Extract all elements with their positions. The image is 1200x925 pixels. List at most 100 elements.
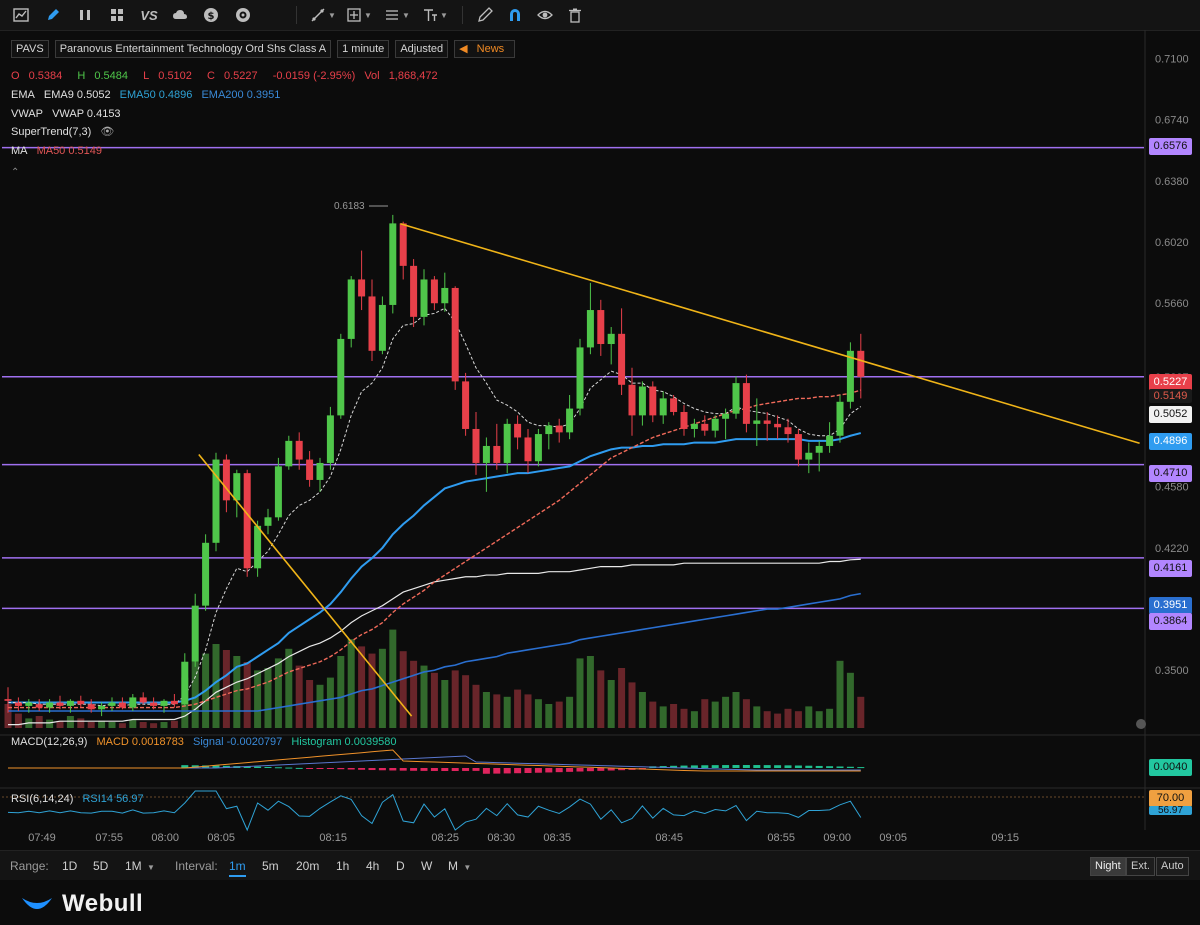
trendline-icon[interactable]: ▼ [310, 5, 336, 25]
range-5d[interactable]: 5D [93, 859, 108, 873]
macd-value: MACD 0.0018783 [96, 736, 184, 748]
cloud-icon[interactable] [171, 5, 189, 25]
volume-bar [254, 670, 262, 728]
low-label: L [143, 70, 150, 82]
macd-histogram-bar [316, 768, 324, 769]
y-tick-label: 0.3500 [1155, 665, 1189, 677]
macd-histogram-bar [493, 768, 501, 774]
candle-body [545, 425, 553, 435]
macd-histogram-bar [326, 768, 334, 769]
volume-bar [285, 648, 293, 728]
volume-bar [410, 660, 418, 728]
candle-body [472, 428, 480, 463]
chart-area[interactable]: 0.7100 0.6740 0.6380 0.6020 0.5660 0.5227 0.45… [0, 30, 1200, 850]
magnet-icon[interactable] [506, 5, 524, 25]
volume-bar [493, 694, 501, 728]
volume-bar [722, 696, 730, 728]
eye-icon[interactable] [536, 5, 554, 25]
toolbar-separator [462, 6, 463, 24]
vwap-row[interactable]: VWAP VWAP 0.4153 [11, 107, 127, 121]
macd-histogram-bar [826, 766, 834, 768]
interval-1m[interactable]: 1m [229, 859, 246, 877]
volume-bar [555, 701, 563, 728]
macd-histogram-bar [430, 768, 438, 771]
megaphone-icon: ◀ [459, 43, 468, 55]
interval-20m[interactable]: 20m [296, 859, 319, 873]
bars-icon[interactable] [76, 5, 94, 25]
volume-bar [451, 670, 459, 728]
x-tick-label: 09:15 [991, 832, 1019, 844]
trash-icon[interactable] [566, 5, 584, 25]
candle-body [628, 384, 636, 416]
collapse-chevron-icon[interactable]: ⌃ [11, 166, 19, 180]
interval-4h[interactable]: 4h [366, 859, 379, 873]
target-icon[interactable] [234, 5, 252, 25]
macd-histogram-bar [742, 765, 750, 768]
grid-icon[interactable] [108, 5, 126, 25]
ma-row[interactable]: MA MA50 0.5149 [11, 144, 108, 158]
macd-info-row[interactable]: MACD(12,26,9) MACD 0.0018783 Signal -0.0… [11, 735, 403, 749]
news-button[interactable]: ◀ News [454, 40, 516, 58]
price-chart[interactable]: 0.7100 0.6740 0.6380 0.6020 0.5660 0.5227 0.45… [0, 30, 1200, 850]
macd-histogram-bar [815, 765, 823, 768]
interval-d[interactable]: D [396, 859, 405, 873]
candle-body [607, 333, 615, 345]
range-1m-dropdown[interactable]: 1M ▼ [125, 859, 155, 873]
webull-logo-icon [22, 898, 52, 909]
measure-icon[interactable]: ▼ [345, 5, 373, 25]
candle-body [66, 700, 74, 706]
adjusted-label[interactable]: Adjusted [395, 40, 449, 58]
candle-body [14, 702, 22, 706]
price-tag-0.6576: 0.6576 [1149, 138, 1192, 155]
text-icon[interactable]: ▼ [421, 5, 449, 25]
candle-body [129, 697, 137, 708]
eye-off-icon[interactable]: 👁 [100, 126, 114, 138]
volume-bar [742, 699, 750, 728]
dollar-icon[interactable]: $ [202, 5, 220, 25]
vs-icon[interactable]: VS [138, 5, 160, 25]
fib-icon[interactable]: ▼ [383, 5, 411, 25]
volume-bar [701, 699, 709, 728]
ema50-line [8, 432, 862, 704]
brush-icon[interactable] [476, 5, 494, 25]
candle-body [420, 279, 428, 317]
volume-bar [503, 696, 511, 728]
interval-5m[interactable]: 5m [262, 859, 279, 873]
interval-label[interactable]: 1 minute [337, 40, 390, 58]
rsi-label: RSI(6,14,24) [11, 793, 74, 805]
session-auto[interactable]: Auto [1156, 857, 1189, 876]
ma-label: MA [11, 145, 28, 157]
symbol-label[interactable]: PAVS [11, 40, 49, 58]
pencil-icon[interactable] [44, 5, 62, 25]
x-tick-label: 08:55 [767, 832, 795, 844]
candle-body [337, 338, 345, 416]
ema-row[interactable]: EMA EMA9 0.5052 EMA50 0.4896 EMA200 0.39… [11, 88, 286, 102]
candle-body [410, 265, 418, 317]
macd-histogram-bar [774, 765, 782, 768]
candle-body [618, 333, 626, 385]
supertrend-row[interactable]: SuperTrend(7,3) 👁 [11, 125, 120, 139]
close-value: 0.5227 [224, 70, 258, 82]
volume-bar [711, 701, 719, 728]
interval-1h[interactable]: 1h [336, 859, 349, 873]
session-night[interactable]: Night [1090, 857, 1126, 876]
chart-icon[interactable] [12, 5, 30, 25]
interval-m-dropdown[interactable]: M ▼ [448, 859, 471, 873]
session-ext[interactable]: Ext. [1126, 857, 1155, 876]
macd-histogram-bar [576, 768, 584, 772]
interval-w[interactable]: W [421, 859, 432, 873]
rsi-info-row[interactable]: RSI(6,14,24) RSI14 56.97 [11, 792, 150, 806]
y-tick-label: 0.6740 [1155, 115, 1189, 127]
rsi14-value: RSI14 56.97 [82, 793, 144, 805]
volume-bar [66, 716, 74, 728]
x-tick-label: 09:00 [823, 832, 851, 844]
candle-body [836, 401, 844, 436]
candle-body [555, 425, 563, 433]
high-value: 0.5484 [94, 70, 129, 82]
range-1d[interactable]: 1D [62, 859, 77, 873]
volume-bar [347, 639, 355, 728]
candle-body [774, 423, 782, 428]
macd-histogram-bar [503, 768, 511, 774]
macd-histogram-bar [555, 768, 563, 773]
volume-bar [753, 706, 761, 728]
